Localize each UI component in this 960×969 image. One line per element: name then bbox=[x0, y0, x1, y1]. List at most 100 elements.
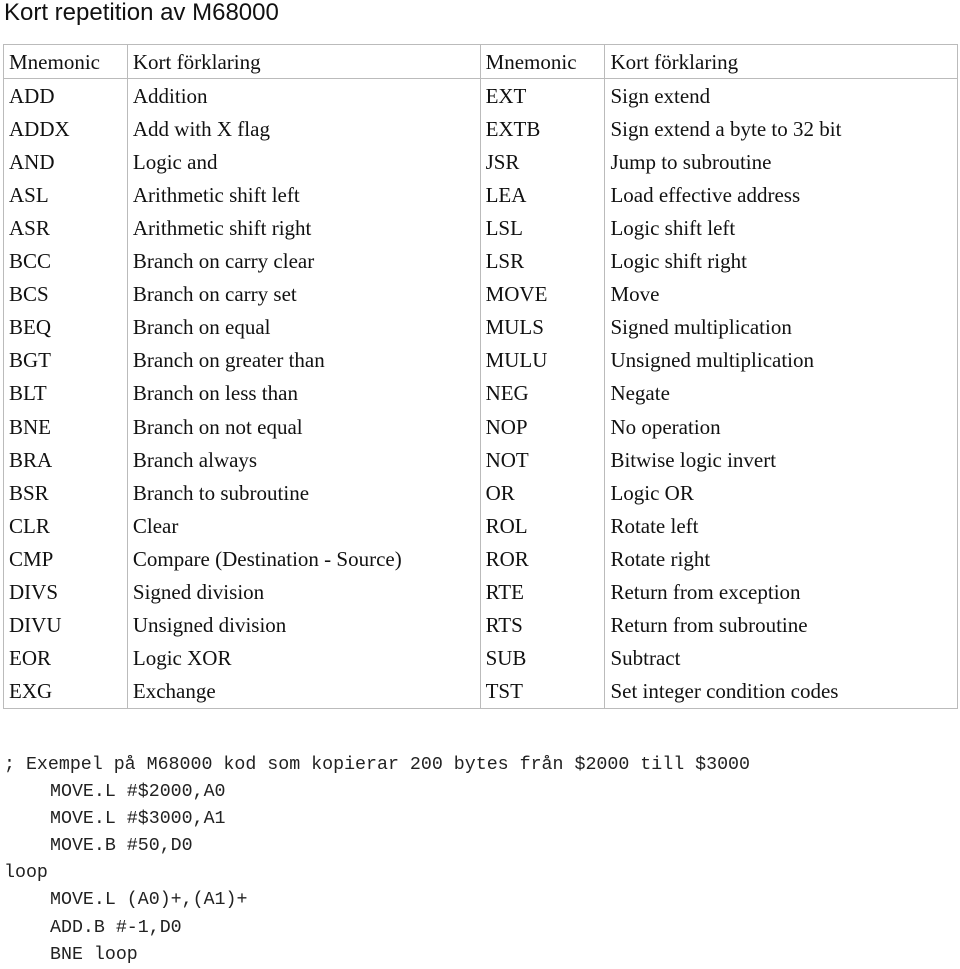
code-label-line: loop bbox=[4, 863, 48, 884]
description-cell: Logic shift right bbox=[604, 244, 958, 278]
description-cell: Compare (Destination - Source) bbox=[126, 542, 481, 576]
mnemonic-cell: RTE bbox=[479, 575, 606, 609]
description-cell: Branch to subroutine bbox=[126, 476, 481, 510]
header-description: Kort förklaring bbox=[126, 44, 481, 80]
description-cell: Unsigned division bbox=[126, 608, 481, 642]
mnemonic-cell: LSR bbox=[479, 244, 606, 278]
code-line: MOVE.L (A0)+,(A1)+ bbox=[50, 890, 248, 911]
mnemonic-cell: CMP bbox=[3, 542, 128, 576]
mnemonic-cell: MOVE bbox=[479, 277, 606, 311]
table-row: DIVU Unsigned division RTS Return from subr… bbox=[3, 608, 958, 642]
table-row: CLR Clear ROL Rotate left bbox=[3, 509, 958, 543]
mnemonic-cell: NEG bbox=[479, 376, 606, 411]
mnemonic-cell: SUB bbox=[479, 641, 606, 675]
description-cell: Branch on greater than bbox=[126, 343, 481, 377]
description-cell: Bitwise logic invert bbox=[604, 443, 958, 477]
description-cell: Logic OR bbox=[604, 476, 958, 510]
header-description: Kort förklaring bbox=[604, 44, 958, 80]
mnemonic-cell: BEQ bbox=[3, 310, 128, 344]
table-row: BCS Branch on carry set MOVE Move bbox=[3, 277, 958, 311]
mnemonic-cell: BSR bbox=[3, 476, 128, 510]
description-cell: Branch always bbox=[126, 443, 481, 477]
mnemonic-cell: OR bbox=[479, 476, 606, 510]
mnemonic-cell: MULU bbox=[479, 343, 606, 377]
description-cell: Return from exception bbox=[604, 575, 958, 609]
table-row: ADDX Add with X flag EXTB Sign extend a byt… bbox=[3, 112, 958, 146]
code-example: ; Exempel på M68000 kod som kopierar 200… bbox=[4, 752, 750, 969]
mnemonic-cell: BGT bbox=[3, 343, 128, 377]
mnemonic-cell: EXT bbox=[479, 78, 606, 113]
mnemonic-cell: BCC bbox=[3, 244, 128, 278]
description-cell: Move bbox=[604, 277, 958, 311]
mnemonic-table: Mnemonic Kort förklaring Mnemonic Kort f… bbox=[3, 44, 958, 709]
table-row: ADD Addition EXT Sign extend bbox=[3, 78, 958, 113]
table-row: BEQ Branch on equal MULS Signed multiplicat… bbox=[3, 310, 958, 344]
description-cell: Load effective address bbox=[604, 178, 958, 212]
description-cell: Sign extend a byte to 32 bit bbox=[604, 112, 958, 146]
description-cell: Exchange bbox=[126, 674, 481, 709]
mnemonic-cell: EXG bbox=[3, 674, 128, 709]
description-cell: Rotate left bbox=[604, 509, 958, 543]
description-cell: Addition bbox=[126, 78, 481, 113]
header-mnemonic: Mnemonic bbox=[479, 44, 606, 80]
mnemonic-cell: BCS bbox=[3, 277, 128, 311]
description-cell: Rotate right bbox=[604, 542, 958, 576]
description-cell: Branch on carry clear bbox=[126, 244, 481, 278]
description-cell: No operation bbox=[604, 410, 958, 444]
table-row: ASL Arithmetic shift left LEA Load effectiv… bbox=[3, 178, 958, 212]
code-line: BNE loop bbox=[50, 944, 138, 965]
description-cell: Logic and bbox=[126, 145, 481, 179]
mnemonic-cell: JSR bbox=[479, 145, 606, 179]
code-line: MOVE.L #$3000,A1 bbox=[50, 809, 226, 830]
mnemonic-cell: LEA bbox=[479, 178, 606, 212]
table-row: EOR Logic XOR SUB Subtract bbox=[3, 641, 958, 675]
mnemonic-cell: EXTB bbox=[479, 112, 606, 146]
description-cell: Set integer condition codes bbox=[604, 674, 958, 709]
mnemonic-cell: BLT bbox=[3, 376, 128, 411]
table-row: BNE Branch on not equal NOP No operation bbox=[3, 410, 958, 444]
description-cell: Return from subroutine bbox=[604, 608, 958, 642]
mnemonic-cell: MULS bbox=[479, 310, 606, 344]
description-cell: Jump to subroutine bbox=[604, 145, 958, 179]
mnemonic-cell: EOR bbox=[3, 641, 128, 675]
mnemonic-cell: BNE bbox=[3, 410, 128, 444]
code-comment-line: ; Exempel på M68000 kod som kopierar 200… bbox=[4, 755, 750, 775]
mnemonic-cell: ROR bbox=[479, 542, 606, 576]
description-cell: Clear bbox=[126, 509, 481, 543]
mnemonic-cell: ROL bbox=[479, 509, 606, 543]
description-cell: Arithmetic shift left bbox=[126, 178, 481, 212]
page-title: Kort repetition av M68000 bbox=[4, 0, 279, 26]
description-cell: Arithmetic shift right bbox=[126, 211, 481, 245]
description-cell: Branch on carry set bbox=[126, 277, 481, 311]
mnemonic-cell: RTS bbox=[479, 608, 606, 642]
description-cell: Subtract bbox=[604, 641, 958, 675]
description-cell: Branch on equal bbox=[126, 310, 481, 344]
table-row: BGT Branch on greater than MULU Unsigned mu… bbox=[3, 343, 958, 377]
description-cell: Unsigned multiplication bbox=[604, 343, 958, 377]
description-cell: Branch on not equal bbox=[126, 410, 481, 444]
mnemonic-cell: ADDX bbox=[3, 112, 128, 146]
mnemonic-cell: LSL bbox=[479, 211, 606, 245]
table-row: BCC Branch on carry clear LSR Logic shift r… bbox=[3, 244, 958, 278]
mnemonic-cell: TST bbox=[479, 674, 606, 709]
mnemonic-cell: BRA bbox=[3, 443, 128, 477]
description-cell: Signed division bbox=[126, 575, 481, 609]
mnemonic-cell: ADD bbox=[3, 78, 128, 113]
description-cell: Sign extend bbox=[604, 78, 958, 113]
table-body: ADD Addition EXT Sign extend ADDX Add with X … bbox=[3, 78, 958, 709]
description-cell: Signed multiplication bbox=[604, 310, 958, 344]
mnemonic-cell: ASL bbox=[3, 178, 128, 212]
table-row: BLT Branch on less than NEG Negate bbox=[3, 376, 958, 411]
table-row: CMP Compare (Destination - Source) ROR Rota… bbox=[3, 542, 958, 576]
mnemonic-cell: DIVU bbox=[3, 608, 128, 642]
description-cell: Branch on less than bbox=[126, 376, 481, 411]
table-row: DIVS Signed division RTE Return from except… bbox=[3, 575, 958, 609]
mnemonic-cell: NOP bbox=[479, 410, 606, 444]
table-row: EXG Exchange TST Set integer condition code… bbox=[3, 674, 958, 709]
table-row: AND Logic and JSR Jump to subroutine bbox=[3, 145, 958, 179]
mnemonic-cell: DIVS bbox=[3, 575, 128, 609]
header-mnemonic: Mnemonic bbox=[3, 44, 128, 80]
code-line: MOVE.B #50,D0 bbox=[50, 836, 193, 857]
table-header-row: Mnemonic Kort förklaring Mnemonic Kort f… bbox=[3, 44, 958, 80]
description-cell: Negate bbox=[604, 376, 958, 411]
